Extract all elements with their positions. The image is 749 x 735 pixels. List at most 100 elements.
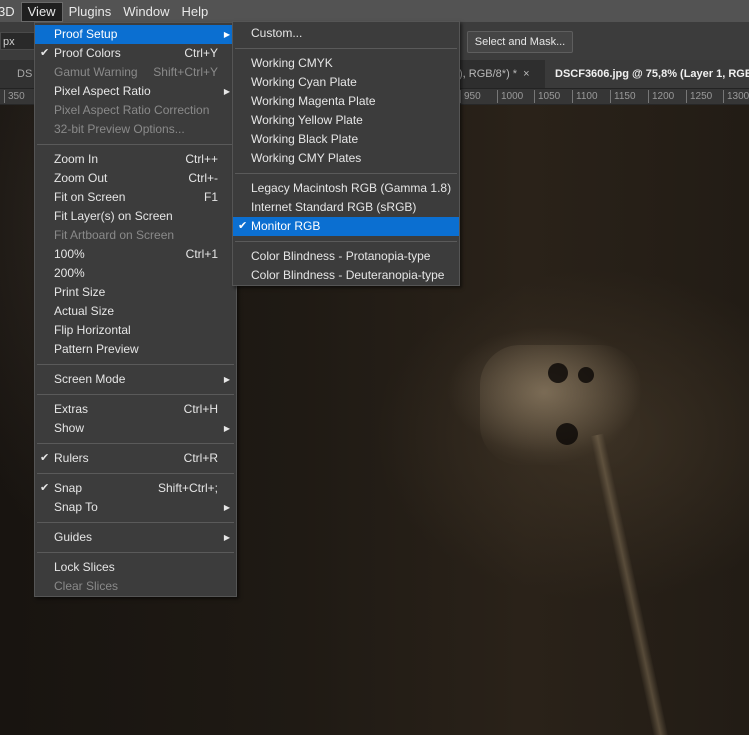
- proof-menu-item-color-blindness-deuteranopia-type[interactable]: Color Blindness - Deuteranopia-type: [233, 266, 459, 285]
- menu-separator: [37, 522, 234, 523]
- menubar: 3D View Plugins Window Help: [0, 0, 749, 22]
- view-menu-item-fit-artboard-on-screen: Fit Artboard on Screen: [35, 226, 236, 245]
- view-menu-item-pixel-aspect-ratio[interactable]: Pixel Aspect Ratio ▶: [35, 82, 236, 101]
- view-menu-item-200[interactable]: 200%: [35, 264, 236, 283]
- shortcut-label: Ctrl+-: [188, 171, 218, 185]
- menu-plugins[interactable]: Plugins: [63, 2, 118, 22]
- proof-menu-item-working-cmyk[interactable]: Working CMYK: [233, 54, 459, 73]
- view-menu-item-pixel-aspect-ratio-correction: Pixel Aspect Ratio Correction: [35, 101, 236, 120]
- menu-view[interactable]: View: [20, 1, 63, 22]
- menu-item-label: Print Size: [54, 285, 106, 299]
- view-menu-items: Proof Setup ▶ ✔ Proof Colors Ctrl+Y Gamut War…: [35, 25, 236, 596]
- menu-item-label: Color Blindness - Deuteranopia-type: [251, 268, 445, 282]
- view-menu-item-zoom-in[interactable]: Zoom In Ctrl++: [35, 150, 236, 169]
- view-menu-item-flip-horizontal[interactable]: Flip Horizontal: [35, 321, 236, 340]
- view-menu-item-zoom-out[interactable]: Zoom Out Ctrl+-: [35, 169, 236, 188]
- submenu-arrow-icon: ▶: [223, 533, 230, 542]
- menu-item-label: 100%: [54, 247, 85, 261]
- view-menu-item-print-size[interactable]: Print Size: [35, 283, 236, 302]
- menu-item-label: Pixel Aspect Ratio Correction: [54, 103, 210, 117]
- view-menu-item-show[interactable]: Show ▶: [35, 419, 236, 438]
- menu-item-label: Fit on Screen: [54, 190, 126, 204]
- menu-item-label: Rulers: [54, 451, 89, 465]
- tab-label: ), RGB/8*) *: [459, 68, 518, 80]
- proof-menu-item-legacy-macintosh-rgb-gamma-1-8[interactable]: Legacy Macintosh RGB (Gamma 1.8): [233, 179, 459, 198]
- menu-item-label: Proof Setup: [54, 27, 118, 41]
- proof-menu-item-color-blindness-protanopia-type[interactable]: Color Blindness - Protanopia-type: [233, 247, 459, 266]
- view-menu-item-screen-mode[interactable]: Screen Mode ▶: [35, 370, 236, 389]
- shortcut-label: Ctrl+R: [183, 451, 218, 465]
- proof-menu-item-internet-standard-rgb-srgb[interactable]: Internet Standard RGB (sRGB): [233, 198, 459, 217]
- menu-3d[interactable]: 3D: [0, 2, 21, 22]
- menu-item-label: 32-bit Preview Options...: [54, 122, 185, 136]
- menu-item-label: Lock Slices: [54, 560, 115, 574]
- menu-item-label: Zoom In: [54, 152, 99, 166]
- shortcut-label: Shift+Ctrl+;: [157, 481, 218, 495]
- menu-help[interactable]: Help: [175, 2, 214, 22]
- menu-item-label: Working CMY Plates: [251, 151, 362, 165]
- view-menu-item-32-bit-preview-options: 32-bit Preview Options...: [35, 120, 236, 139]
- view-menu-item-proof-colors[interactable]: ✔ Proof Colors Ctrl+Y: [35, 44, 236, 63]
- menu-item-label: Proof Colors: [54, 46, 121, 60]
- menu-window[interactable]: Window: [117, 2, 175, 22]
- submenu-arrow-icon: ▶: [223, 503, 230, 512]
- proof-menu-item-working-cmy-plates[interactable]: Working CMY Plates: [233, 149, 459, 168]
- view-menu-item-fit-layer-s-on-screen[interactable]: Fit Layer(s) on Screen: [35, 207, 236, 226]
- ruler-tick: 1100: [572, 90, 598, 103]
- close-icon[interactable]: ×: [523, 68, 529, 80]
- proof-menu-item-working-magenta-plate[interactable]: Working Magenta Plate: [233, 92, 459, 111]
- view-menu-item-pattern-preview[interactable]: Pattern Preview: [35, 340, 236, 359]
- ruler-tick: 1300: [723, 90, 749, 103]
- view-menu-item-extras[interactable]: Extras Ctrl+H: [35, 400, 236, 419]
- submenu-arrow-icon: ▶: [223, 424, 230, 433]
- menu-item-label: Custom...: [251, 26, 303, 40]
- menu-item-label: Actual Size: [54, 304, 115, 318]
- proof-menu-item-working-cyan-plate[interactable]: Working Cyan Plate: [233, 73, 459, 92]
- proof-menu-item-monitor-rgb[interactable]: ✔ Monitor RGB: [233, 217, 459, 236]
- menu-item-label: Internet Standard RGB (sRGB): [251, 200, 417, 214]
- view-menu-item-proof-setup[interactable]: Proof Setup ▶: [35, 25, 236, 44]
- shortcut-label: Ctrl+1: [185, 247, 218, 261]
- view-menu-item-100[interactable]: 100% Ctrl+1: [35, 245, 236, 264]
- checkmark-icon: ✔: [40, 482, 50, 494]
- view-menu-item-guides[interactable]: Guides ▶: [35, 528, 236, 547]
- tab-label: DS: [17, 68, 33, 80]
- menu-item-label: Extras: [54, 402, 89, 416]
- document-tab-2[interactable]: ), RGB/8*) * ×: [455, 60, 545, 88]
- menu-item-label: Working Cyan Plate: [251, 75, 357, 89]
- shortcut-label: Ctrl+Y: [184, 46, 218, 60]
- view-menu-item-gamut-warning: Gamut Warning Shift+Ctrl+Y: [35, 63, 236, 82]
- photo-detail: [548, 363, 568, 383]
- view-menu-item-lock-slices[interactable]: Lock Slices: [35, 558, 236, 577]
- view-menu-item-snap-to[interactable]: Snap To ▶: [35, 498, 236, 517]
- proof-menu-item-working-black-plate[interactable]: Working Black Plate: [233, 130, 459, 149]
- view-menu: Proof Setup ▶ ✔ Proof Colors Ctrl+Y Gamut War…: [34, 22, 237, 597]
- proof-menu-item-custom[interactable]: Custom...: [233, 24, 459, 43]
- document-tab-1[interactable]: DS: [0, 60, 36, 88]
- menu-item-label: Working CMYK: [251, 56, 333, 70]
- ruler-tick: 1050: [534, 90, 560, 103]
- ruler-tick: 1250: [686, 90, 712, 103]
- select-and-mask-button[interactable]: Select and Mask...: [467, 31, 573, 53]
- menu-item-label: Flip Horizontal: [54, 323, 131, 337]
- menu-separator: [235, 48, 457, 49]
- shortcut-label: Shift+Ctrl+Y: [153, 65, 218, 79]
- view-menu-item-fit-on-screen[interactable]: Fit on Screen F1: [35, 188, 236, 207]
- view-menu-item-snap[interactable]: ✔ Snap Shift+Ctrl+;: [35, 479, 236, 498]
- view-menu-item-actual-size[interactable]: Actual Size: [35, 302, 236, 321]
- photo-detail: [556, 423, 578, 445]
- view-menu-item-clear-slices: Clear Slices: [35, 577, 236, 596]
- menu-item-label: Show: [54, 421, 85, 435]
- menu-item-label: Working Yellow Plate: [251, 113, 363, 127]
- photo-stand: [590, 433, 671, 735]
- proof-setup-submenu: Custom... Working CMYK Working Cyan Plate W…: [232, 21, 460, 286]
- menu-separator: [37, 552, 234, 553]
- view-menu-item-rulers[interactable]: ✔ Rulers Ctrl+R: [35, 449, 236, 468]
- proof-menu-item-working-yellow-plate[interactable]: Working Yellow Plate: [233, 111, 459, 130]
- menu-item-label: Color Blindness - Protanopia-type: [251, 249, 431, 263]
- menu-separator: [235, 173, 457, 174]
- menu-item-label: Fit Artboard on Screen: [54, 228, 175, 242]
- menu-item-label: Pixel Aspect Ratio: [54, 84, 151, 98]
- menu-separator: [37, 144, 234, 145]
- document-tab-active[interactable]: DSCF3606.jpg @ 75,8% (Layer 1, RGB/8: [545, 60, 749, 88]
